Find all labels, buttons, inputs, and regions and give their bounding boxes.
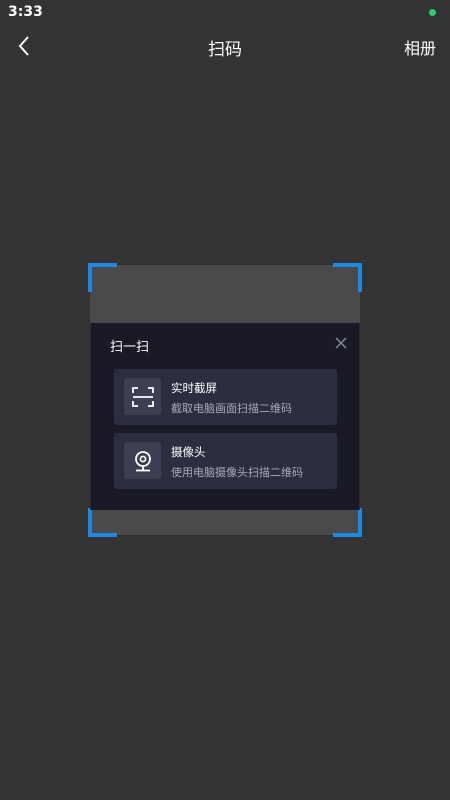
scan-corner-top-left: [88, 263, 117, 292]
status-bar: 3:33: [0, 0, 450, 26]
option-title: 摄像头: [171, 445, 206, 459]
close-button[interactable]: [333, 335, 349, 351]
close-icon: [335, 337, 347, 349]
scan-corner-top-right: [333, 263, 362, 292]
dialog-title: 扫一扫: [110, 340, 150, 355]
webcam-icon: [124, 442, 161, 479]
option-title: 实时截屏: [171, 381, 217, 395]
screen-capture-icon: [124, 378, 161, 415]
option-webcam[interactable]: 摄像头 使用电脑摄像头扫描二维码: [114, 433, 337, 489]
scan-screen: 3:33 扫码 相册 扫一扫 实时截屏 截取电脑画面扫描二维码 摄像头 使用电脑…: [0, 0, 450, 800]
scan-frame: 扫一扫 实时截屏 截取电脑画面扫描二维码 摄像头 使用电脑摄像头扫描二维码: [88, 263, 362, 537]
page-title: 扫码: [208, 40, 242, 60]
option-screen-capture[interactable]: 实时截屏 截取电脑画面扫描二维码: [114, 369, 337, 425]
scan-corner-bottom-right: [333, 508, 362, 537]
scan-dialog: 扫一扫 实时截屏 截取电脑画面扫描二维码 摄像头 使用电脑摄像头扫描二维码: [90, 323, 360, 510]
status-time: 3:33: [8, 4, 43, 20]
notification-dot: [429, 9, 436, 16]
option-description: 截取电脑画面扫描二维码: [171, 402, 292, 415]
scan-corner-bottom-left: [88, 508, 117, 537]
header: 扫码 相册: [0, 26, 450, 66]
album-button[interactable]: 相册: [404, 35, 436, 59]
option-description: 使用电脑摄像头扫描二维码: [171, 466, 303, 479]
